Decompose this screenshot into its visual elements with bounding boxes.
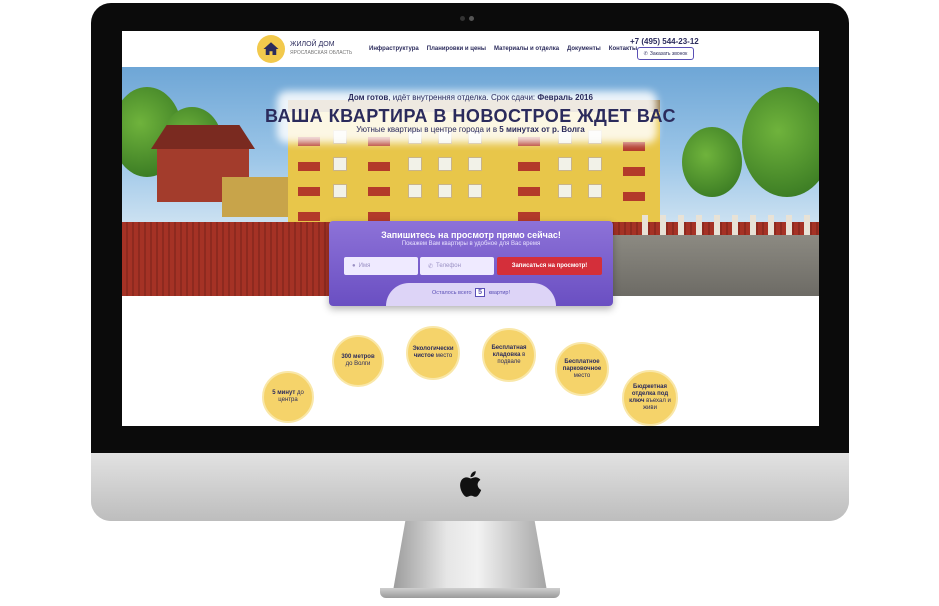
nav-documents[interactable]: Документы [567,46,601,52]
nav-plans-prices[interactable]: Планировки и цены [427,46,486,52]
feature-6-rest: въехал и живи [643,398,671,411]
yellow-house [222,177,288,217]
phone-placeholder: Телефон [436,263,461,269]
feature-1-bold: 5 минут [272,390,296,396]
feature-5-bold: Бесплатное парковочное [562,358,602,372]
nav-materials[interactable]: Материалы и отделка [494,46,559,52]
brand-name: ЖИЛОЙ ДОМ [290,41,335,48]
user-icon: ● [352,263,356,269]
feature-circle-parking: Бесплатное парковочное место [555,342,609,396]
main-nav: Инфраструктура Планировки и цены Материа… [369,46,637,52]
monitor-base [380,588,560,598]
feature-2-rest: до Волги [345,361,371,367]
house-logo-icon[interactable] [257,35,285,63]
status-date: Февраль 2016 [537,93,593,102]
feature-2-bold: 300 метров [341,354,375,360]
form-title: Запишитесь на просмотр прямо сейчас! [381,230,561,240]
site-header: ЖИЛОЙ ДОМ ЯРОСЛАВСКАЯ ОБЛАСТЬ Инфраструк… [122,31,819,67]
left-count-badge: 5 [475,288,486,297]
camera-dot [460,16,465,21]
fence-pillars [642,215,819,235]
website-screen: ЖИЛОЙ ДОМ ЯРОСЛАВСКАЯ ОБЛАСТЬ Инфраструк… [122,31,819,426]
nav-contacts[interactable]: Контакты [609,46,637,52]
form-subtitle: Покажем Вам квартиры в удобное для Вас в… [401,241,541,247]
feature-3-rest: место [435,353,453,359]
brand[interactable]: ЖИЛОЙ ДОМ ЯРОСЛАВСКАЯ ОБЛАСТЬ [290,40,352,58]
feature-5-rest: место [573,372,591,379]
feature-circle-eco: Экологически чистое место [406,326,460,380]
nav-infrastructure[interactable]: Инфраструктура [369,46,419,52]
tree-right-2 [682,127,742,197]
left-suffix: квартир! [488,290,511,296]
feature-circle-center: 5 минут до центра [262,371,314,423]
order-call-button[interactable]: ✆ Заказать звонок [637,47,694,60]
name-placeholder: Имя [358,263,371,269]
viewing-signup-form: Запишитесь на просмотр прямо сейчас! Пок… [329,221,613,306]
camera-lens [469,16,474,21]
phone-icon: ✆ [643,50,648,57]
left-prefix: Осталось всего [431,290,472,296]
feature-circle-storage: Бесплатная кладовка в подвале [482,328,536,382]
order-call-label: Заказать звонок [649,50,688,57]
monitor-stand [393,521,547,591]
phone-input[interactable]: ✆ Телефон [420,257,494,275]
phone-number[interactable]: +7 (495) 544-23-12 [630,37,699,46]
status-line: Дом готов, идёт внутренняя отделка. Срок… [122,93,819,102]
status-middle: , идёт внутренняя отделка. Срок сдачи: [388,93,538,102]
feature-circle-finish: Бюджетная отделка под ключ въехал и живи [622,370,678,426]
hero-headline: ВАША КВАРТИРА В НОВОСТРОЕ ЖДЕТ ВАС [264,106,677,126]
road [602,235,819,296]
signup-submit-button[interactable]: Записаться на просмотр! [497,257,602,275]
status-ready: Дом готов [348,93,389,102]
phone-field-icon: ✆ [428,263,434,270]
name-input[interactable]: ● Имя [344,257,418,275]
hero-subline: Уютные квартиры в центре города и в 5 ми… [122,125,819,134]
brand-region: ЯРОСЛАВСКАЯ ОБЛАСТЬ [290,50,353,56]
apartments-left: Осталось всего 5 квартир! [329,288,613,297]
subline-prefix: Уютные квартиры в центре города и в [356,125,500,134]
monitor-chin [91,453,849,521]
feature-circle-volga: 300 метров до Волги [332,335,384,387]
apple-logo-icon [460,471,482,497]
subline-bold: 5 минутах от р. Волга [499,125,585,134]
tree-right [742,87,819,197]
